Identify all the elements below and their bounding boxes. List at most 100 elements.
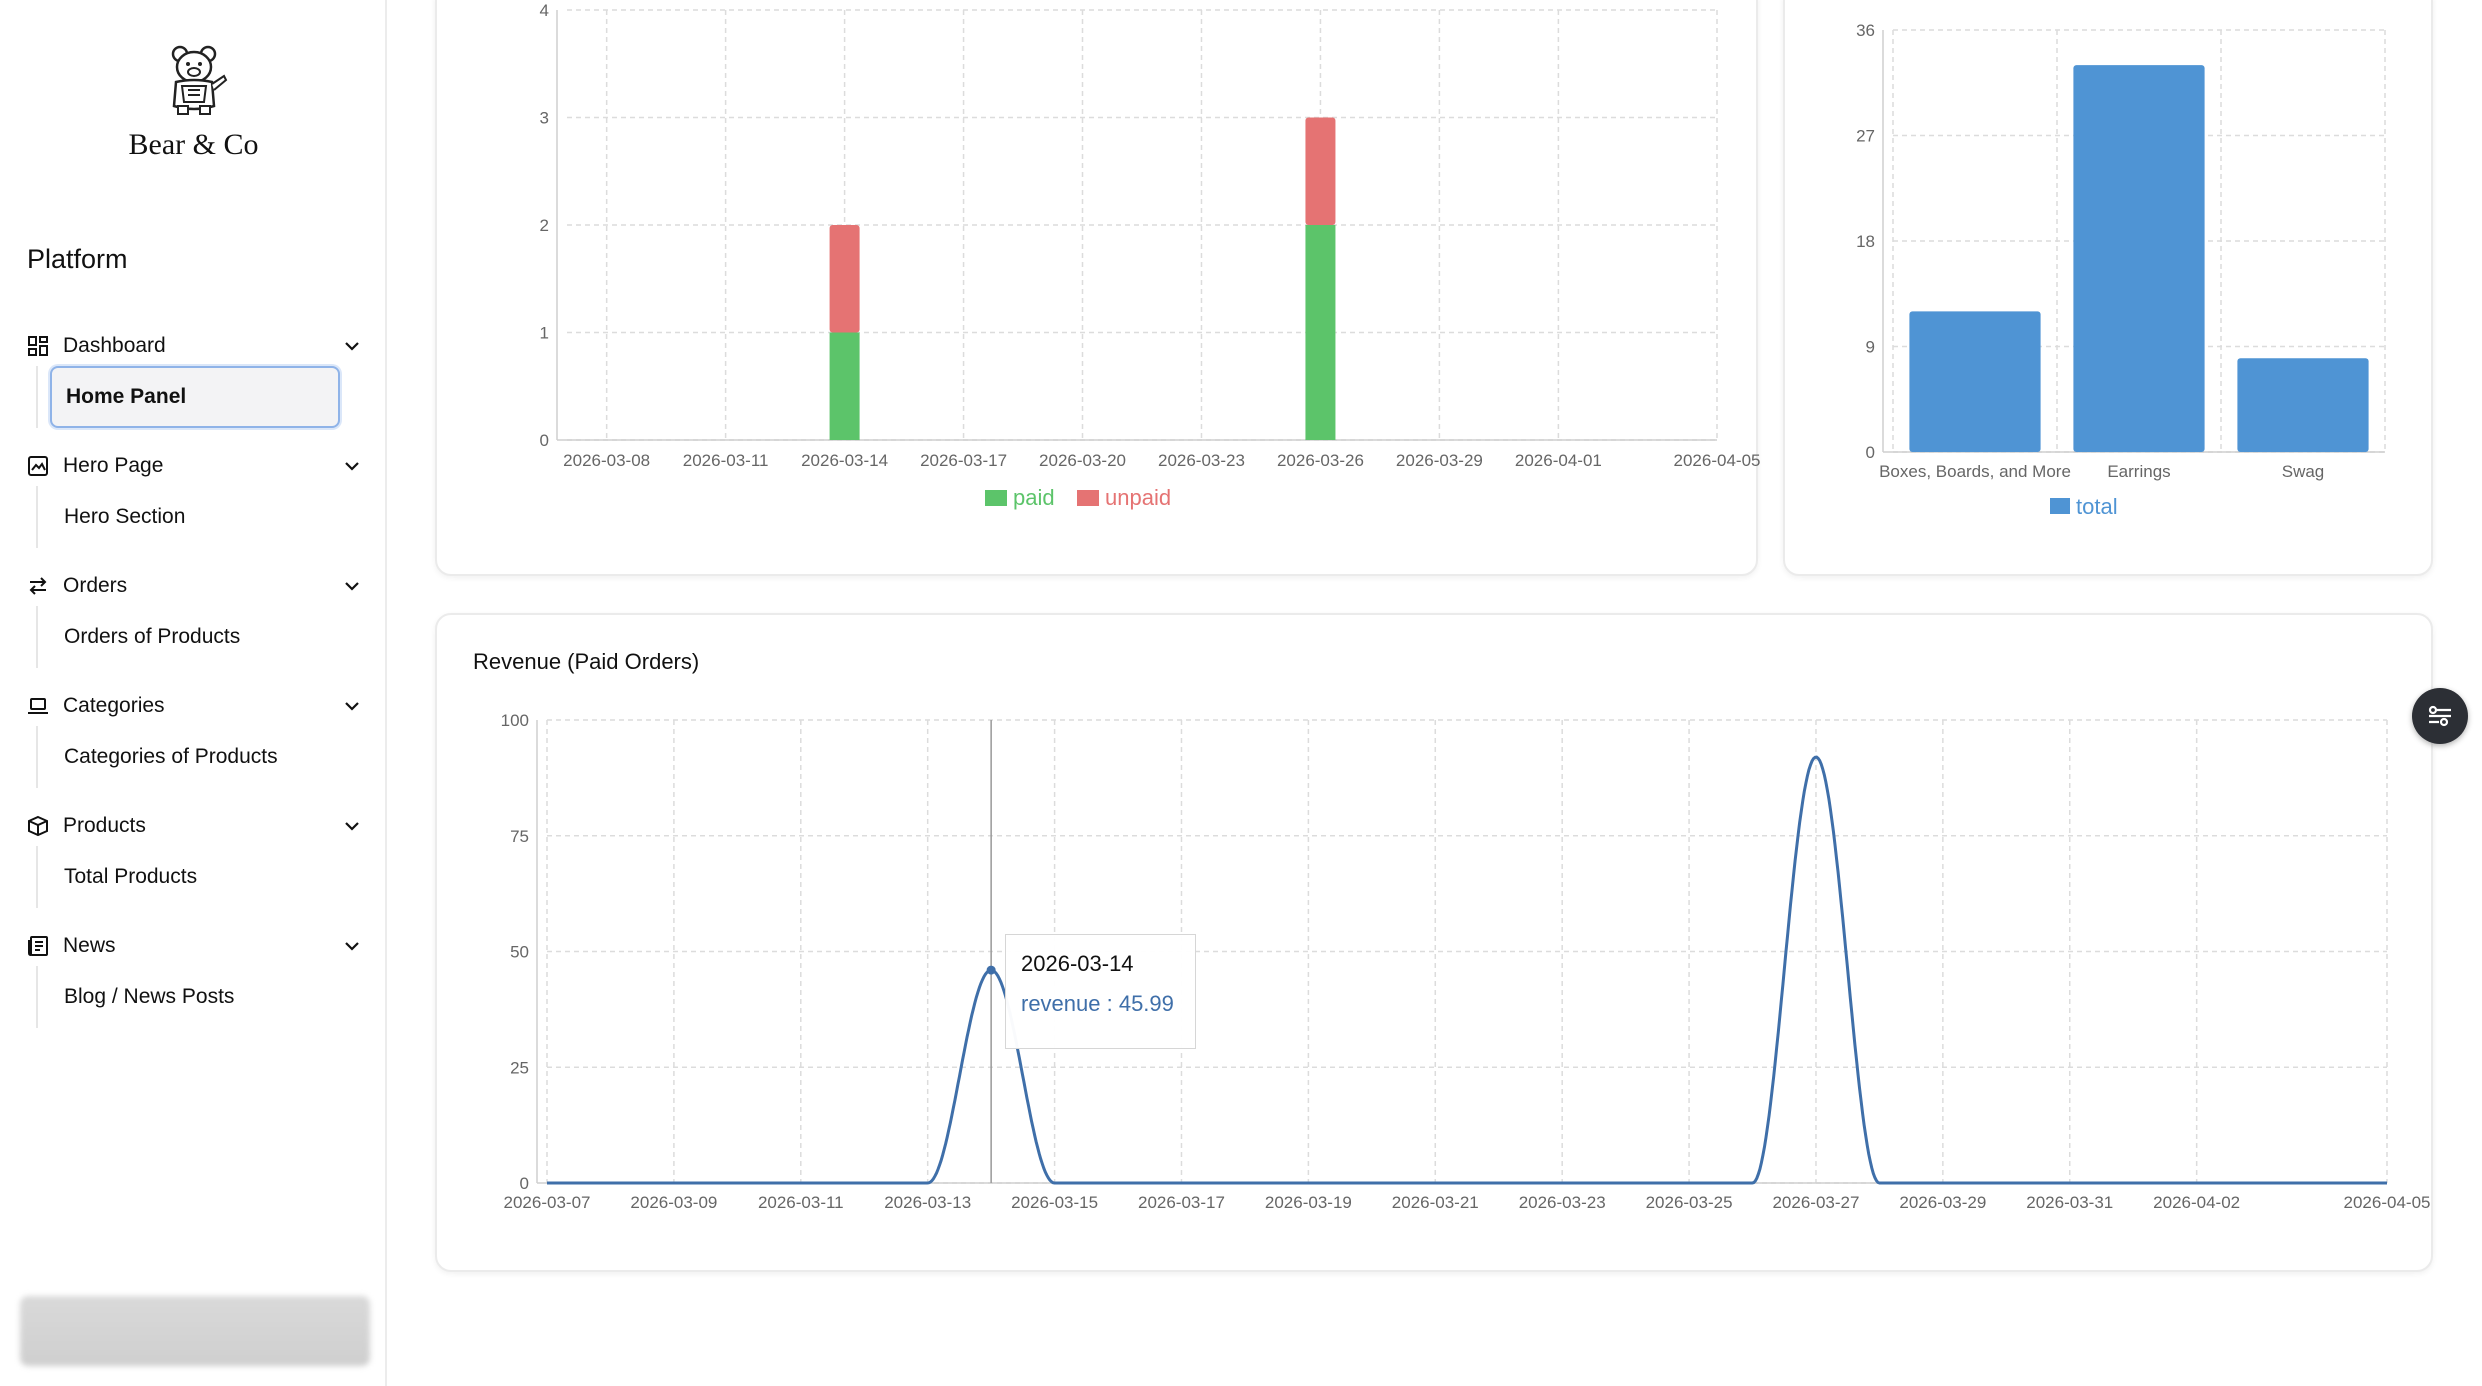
x-tick-label: 2026-04-02 bbox=[2153, 1193, 2240, 1212]
bar-total bbox=[2073, 65, 2205, 453]
tooltip-date: 2026-03-14 bbox=[1021, 951, 1134, 976]
chevron-down-icon[interactable] bbox=[342, 456, 362, 476]
bar-paid bbox=[1305, 225, 1336, 440]
y-tick-label: 2 bbox=[540, 216, 549, 235]
nav-dashboard[interactable]: Dashboard bbox=[27, 328, 362, 364]
x-tick-label: 2026-03-29 bbox=[1899, 1193, 1986, 1212]
chevron-down-icon[interactable] bbox=[342, 936, 362, 956]
logo[interactable] bbox=[0, 40, 387, 125]
revenue-point bbox=[986, 965, 996, 975]
nav-news-label: News bbox=[63, 934, 116, 957]
nav-hero-page-label: Hero Page bbox=[63, 454, 164, 477]
filter-list-icon bbox=[2428, 705, 2451, 727]
chevron-down-icon[interactable] bbox=[342, 696, 362, 716]
y-tick-label: 36 bbox=[1856, 21, 1875, 40]
legend-swatch-paid bbox=[985, 490, 1007, 506]
sub-item-categories-of-products[interactable]: Categories of Products bbox=[50, 726, 340, 788]
x-tick-label: 2026-04-01 bbox=[1515, 451, 1602, 470]
sidebar: Bear & Co Platform Dashboard Home Panel … bbox=[0, 0, 387, 1386]
y-tick-label: 0 bbox=[520, 1174, 529, 1193]
submenu-line bbox=[36, 726, 38, 788]
bar-total bbox=[1909, 311, 2041, 452]
category-chart-card: 0 9 18 27 36 Boxes, Boards, and More Earrings S… bbox=[1783, 0, 2433, 576]
nav-products[interactable]: Products bbox=[27, 808, 362, 844]
nav-orders-label: Orders bbox=[63, 574, 128, 597]
submenu-line bbox=[36, 486, 38, 548]
y-tick-label: 100 bbox=[501, 711, 529, 730]
sub-item-blog-news-posts[interactable]: Blog / News Posts bbox=[50, 966, 340, 1028]
submenu-line bbox=[36, 966, 38, 1028]
sub-item-total-products[interactable]: Total Products bbox=[50, 846, 340, 908]
nav-hero-page[interactable]: Hero Page bbox=[27, 448, 362, 484]
x-tick-label: 2026-03-09 bbox=[630, 1193, 717, 1212]
x-tick-label: 2026-03-08 bbox=[563, 451, 650, 470]
nav-products-label: Products bbox=[63, 814, 146, 837]
section-title-platform: Platform bbox=[27, 244, 128, 274]
x-tick-label: 2026-03-23 bbox=[1158, 451, 1245, 470]
filter-fab-button[interactable] bbox=[2412, 688, 2468, 744]
x-tick-label: 2026-03-17 bbox=[920, 451, 1007, 470]
x-tick-label: 2026-03-15 bbox=[1011, 1193, 1098, 1212]
x-tick-label: 2026-03-17 bbox=[1138, 1193, 1225, 1212]
x-tick-label: 2026-03-23 bbox=[1519, 1193, 1606, 1212]
x-tick-label: 2026-04-05 bbox=[1674, 451, 1760, 470]
y-tick-label: 75 bbox=[510, 827, 529, 846]
chevron-down-icon[interactable] bbox=[342, 576, 362, 596]
bear-mascot-icon bbox=[171, 45, 227, 115]
bar-paid bbox=[829, 332, 860, 440]
y-tick-label: 50 bbox=[510, 943, 529, 962]
x-tick-label: 2026-03-20 bbox=[1039, 451, 1126, 470]
submenu-line bbox=[36, 606, 38, 668]
swap-arrows-icon bbox=[27, 575, 49, 597]
brand-name: Bear & Co bbox=[128, 128, 259, 161]
y-tick-label: 0 bbox=[1866, 443, 1875, 462]
nav-dashboard-label: Dashboard bbox=[63, 334, 166, 357]
x-tick-label: 2026-03-21 bbox=[1392, 1193, 1479, 1212]
x-tick-label: 2026-03-27 bbox=[1772, 1193, 1859, 1212]
nav-categories-label: Categories bbox=[63, 694, 165, 717]
image-frame-icon bbox=[27, 455, 49, 477]
x-tick-label: 2026-03-14 bbox=[801, 451, 888, 470]
y-tick-label: 4 bbox=[540, 1, 549, 20]
y-tick-label: 0 bbox=[540, 431, 549, 450]
x-tick-label: 2026-03-11 bbox=[683, 451, 769, 470]
user-profile-block[interactable] bbox=[20, 1296, 370, 1366]
revenue-line-chart: 0 25 50 75 100 2026-03-07 2026-03-09 2026-03-11… bbox=[501, 711, 2431, 1212]
x-tick-label: Swag bbox=[2282, 462, 2325, 481]
legend-swatch-unpaid bbox=[1077, 490, 1099, 506]
y-tick-label: 1 bbox=[540, 324, 549, 343]
chart-tooltip: 2026-03-14 revenue : 45.99 bbox=[1005, 934, 1196, 1049]
x-tick-label: 2026-03-31 bbox=[2026, 1193, 2113, 1212]
bar-unpaid bbox=[1305, 117, 1336, 225]
nav-categories[interactable]: Categories bbox=[27, 688, 362, 724]
legend-swatch-total bbox=[2050, 498, 2070, 514]
orders-chart-card: 0 1 2 3 4 2026-03-08 2026-03-11 2026-03-14 2026-… bbox=[435, 0, 1760, 576]
newspaper-icon bbox=[27, 935, 49, 957]
y-tick-label: 27 bbox=[1856, 127, 1875, 146]
x-tick-label: 2026-04-05 bbox=[2344, 1193, 2431, 1212]
x-tick-label: 2026-03-07 bbox=[504, 1193, 591, 1212]
x-tick-label: 2026-03-11 bbox=[758, 1193, 844, 1212]
category-bar-chart: 0 9 18 27 36 Boxes, Boards, and More Earrings S… bbox=[1856, 21, 2386, 519]
chevron-down-icon[interactable] bbox=[342, 816, 362, 836]
y-tick-label: 3 bbox=[540, 109, 549, 128]
sub-item-hero-section[interactable]: Hero Section bbox=[50, 486, 340, 548]
sub-item-home-panel[interactable]: Home Panel bbox=[50, 366, 340, 428]
bar-total bbox=[2237, 358, 2369, 452]
sub-item-orders-of-products[interactable]: Orders of Products bbox=[50, 606, 340, 668]
x-tick-label: 2026-03-26 bbox=[1277, 451, 1364, 470]
legend-label-unpaid: unpaid bbox=[1105, 485, 1171, 510]
legend-label-paid: paid bbox=[1013, 485, 1055, 510]
revenue-chart-card: Revenue (Paid Orders) 0 25 50 75 100 2026-03-… bbox=[435, 613, 2433, 1272]
revenue-line bbox=[547, 755, 2387, 1185]
submenu-line bbox=[36, 846, 38, 908]
package-icon bbox=[27, 815, 49, 837]
tooltip-value: revenue : 45.99 bbox=[1021, 991, 1174, 1016]
y-tick-label: 9 bbox=[1866, 338, 1875, 357]
chevron-down-icon[interactable] bbox=[342, 336, 362, 356]
x-tick-label: Boxes, Boards, and More bbox=[1879, 462, 2071, 481]
submenu-line bbox=[36, 366, 38, 428]
nav-orders[interactable]: Orders bbox=[27, 568, 362, 604]
nav-news[interactable]: News bbox=[27, 928, 362, 964]
dashboard-grid-icon bbox=[27, 335, 49, 357]
